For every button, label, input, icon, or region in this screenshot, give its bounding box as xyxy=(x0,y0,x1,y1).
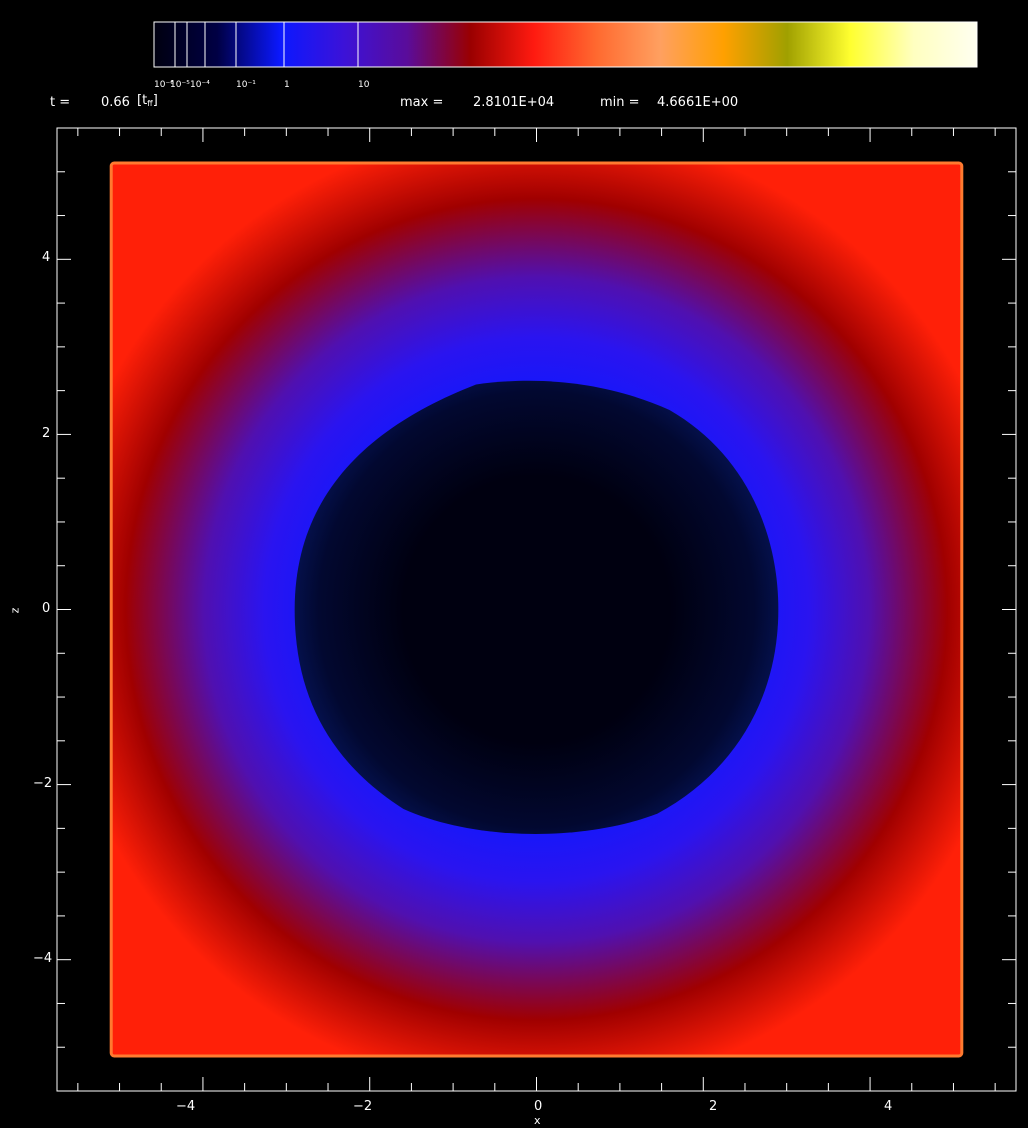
min-value: 4.6661E+00 xyxy=(657,95,739,110)
time-unit-open: [t xyxy=(137,93,148,108)
max-label: max = xyxy=(400,95,444,110)
x-tick-label: −4 xyxy=(176,1099,196,1114)
y-tick-label: 2 xyxy=(42,426,51,441)
colorbar-tick-label: 10⁻⁴ xyxy=(190,80,210,90)
colorbar-tick-label: 1 xyxy=(284,80,290,90)
y-tick-label: 0 xyxy=(42,601,51,616)
colorbar-tick-label: 10⁻¹ xyxy=(236,80,256,90)
x-tick-label: 4 xyxy=(884,1099,893,1114)
x-tick-label: 0 xyxy=(534,1099,543,1114)
time-prefix: t = xyxy=(50,95,71,110)
inner-region xyxy=(294,380,779,834)
max-value: 2.8101E+04 xyxy=(473,95,555,110)
density-field xyxy=(109,161,964,1058)
y-tick-label: 4 xyxy=(42,250,51,265)
colorbar-tick-label: 10⁻⁵ xyxy=(170,80,190,90)
x-tick-label: 2 xyxy=(709,1099,718,1114)
min-label: min = xyxy=(600,95,640,110)
time-unit: [tff] xyxy=(137,93,158,108)
time-value: 0.66 xyxy=(101,95,130,110)
y-tick-label: −4 xyxy=(33,951,53,966)
x-axis-label: x xyxy=(534,1114,541,1127)
y-axis-label: z xyxy=(8,607,22,614)
time-unit-close: ] xyxy=(152,93,158,108)
colorbar xyxy=(153,21,978,68)
y-tick-label: −2 xyxy=(33,776,53,791)
x-tick-label: −2 xyxy=(353,1099,373,1114)
colorbar-tick-label: 10 xyxy=(358,80,370,90)
density-plot xyxy=(56,21,1017,1092)
